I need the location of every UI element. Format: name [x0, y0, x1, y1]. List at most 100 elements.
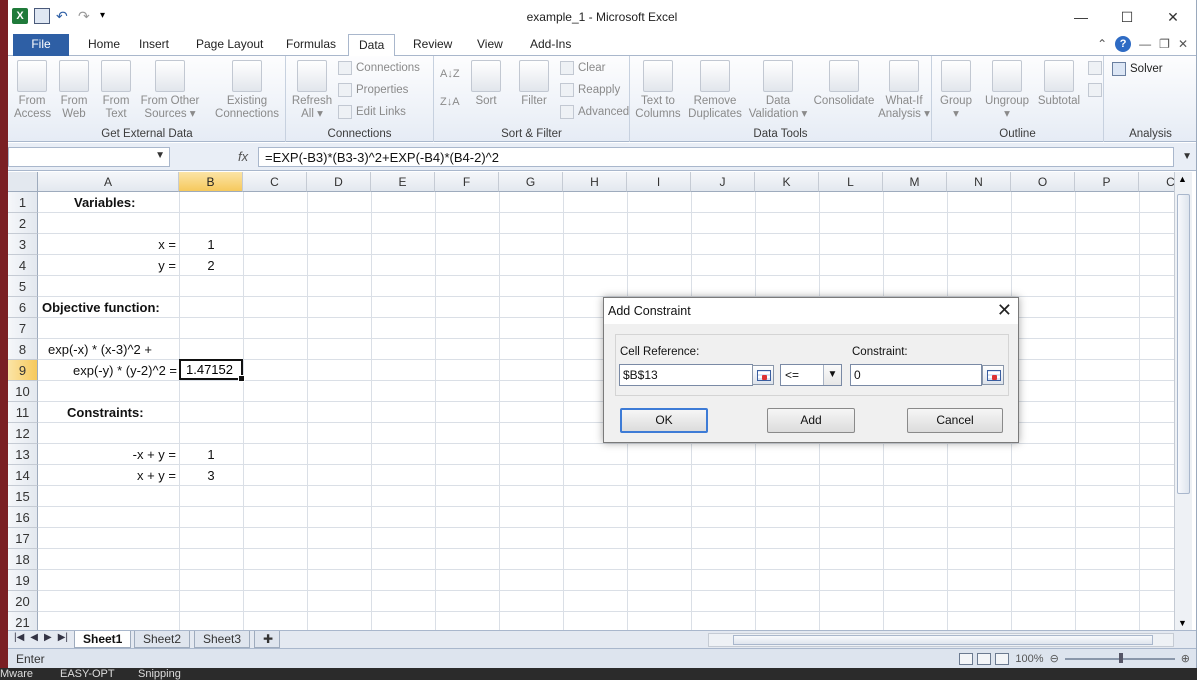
active-cell-b9[interactable]: 1.47152: [179, 359, 245, 382]
insert-sheet-icon[interactable]: ✚: [254, 631, 280, 648]
filter-button[interactable]: Filter: [516, 60, 552, 108]
row-header-2[interactable]: 2: [8, 213, 38, 234]
tab-data[interactable]: Data: [348, 34, 396, 57]
cell-b3[interactable]: 1: [179, 234, 243, 255]
horizontal-scrollbar[interactable]: [708, 633, 1174, 647]
row-header-5[interactable]: 5: [8, 276, 38, 297]
row-header-1[interactable]: 1: [8, 192, 38, 213]
column-header-p[interactable]: P: [1075, 172, 1139, 192]
consolidate-button[interactable]: Consolidate: [812, 60, 876, 108]
vertical-scrollbar[interactable]: ▲ ▼: [1174, 172, 1192, 630]
sheet-tab-sheet2[interactable]: Sheet2: [134, 631, 191, 648]
normal-view-icon[interactable]: [959, 652, 974, 665]
row-header-12[interactable]: 12: [8, 423, 38, 444]
cell-a3[interactable]: x =: [38, 234, 176, 255]
tab-page-layout[interactable]: Page Layout: [196, 37, 263, 51]
cancel-button[interactable]: Cancel: [907, 408, 1003, 433]
cell-reference-collapse-icon[interactable]: [752, 365, 774, 385]
row-header-10[interactable]: 10: [8, 381, 38, 402]
row-header-16[interactable]: 16: [8, 507, 38, 528]
column-header-l[interactable]: L: [819, 172, 883, 192]
row-header-18[interactable]: 18: [8, 549, 38, 570]
workbook-close-icon[interactable]: ✕: [1178, 37, 1188, 51]
zoom-level[interactable]: 100%: [1015, 653, 1043, 665]
taskbar-item-snipping[interactable]: Snipping: [138, 668, 181, 680]
first-sheet-icon[interactable]: |◀: [14, 632, 24, 643]
cell-b4[interactable]: 2: [179, 255, 243, 276]
row-header-19[interactable]: 19: [8, 570, 38, 591]
sheet-tab-sheet3[interactable]: Sheet3: [194, 631, 251, 648]
formula-input[interactable]: =EXP(-B3)*(B3-3)^2+EXP(-B4)*(B4-2)^2: [258, 147, 1174, 167]
column-header-a[interactable]: A: [38, 172, 179, 192]
row-header-9[interactable]: 9: [8, 360, 38, 381]
connections-button[interactable]: Connections: [338, 61, 420, 75]
column-header-o[interactable]: O: [1011, 172, 1075, 192]
constraint-input[interactable]: 0: [850, 364, 982, 386]
sort-ascending-button[interactable]: A↓Z: [440, 68, 460, 80]
cell-a6[interactable]: Objective function:: [42, 297, 160, 318]
show-detail-button[interactable]: [1088, 61, 1102, 75]
ungroup-button[interactable]: Ungroup ▾: [982, 60, 1032, 121]
sort-descending-button[interactable]: Z↓A: [440, 96, 460, 108]
insert-function-icon[interactable]: fx: [238, 149, 248, 164]
from-other-sources-button[interactable]: From Other Sources ▾: [138, 60, 202, 121]
dialog-close-icon[interactable]: ✕: [997, 300, 1012, 320]
workbook-minimize-icon[interactable]: —: [1139, 37, 1151, 51]
minimize-button[interactable]: —: [1058, 0, 1104, 34]
data-validation-button[interactable]: Data Validation ▾: [748, 60, 808, 121]
taskbar-item-mware[interactable]: Mware: [0, 668, 33, 680]
sort-button[interactable]: Sort: [468, 60, 504, 108]
edit-links-button[interactable]: Edit Links: [338, 105, 406, 119]
column-header-h[interactable]: H: [563, 172, 627, 192]
operator-dropdown-icon[interactable]: ▼: [823, 365, 841, 385]
column-header-g[interactable]: G: [499, 172, 563, 192]
last-sheet-icon[interactable]: ▶|: [58, 632, 68, 643]
column-header-j[interactable]: J: [691, 172, 755, 192]
maximize-button[interactable]: ☐: [1104, 0, 1150, 34]
column-header-d[interactable]: D: [307, 172, 371, 192]
cell-a14[interactable]: x + y =: [38, 465, 176, 486]
advanced-button[interactable]: Advanced: [560, 105, 629, 119]
column-header-e[interactable]: E: [371, 172, 435, 192]
hide-detail-button[interactable]: [1088, 83, 1102, 97]
horizontal-scroll-thumb[interactable]: [733, 635, 1153, 645]
existing-connections-button[interactable]: Existing Connections: [212, 60, 282, 121]
remove-duplicates-button[interactable]: Remove Duplicates: [686, 60, 744, 121]
cell-a8[interactable]: exp(-x) * (x-3)^2 +: [48, 339, 152, 360]
column-header-m[interactable]: M: [883, 172, 947, 192]
cell-a9[interactable]: exp(-y) * (y-2)^2 =: [38, 360, 177, 381]
expand-formula-bar-icon[interactable]: ▼: [1182, 151, 1192, 162]
cell-a13[interactable]: -x + y =: [38, 444, 176, 465]
workbook-restore-icon[interactable]: ❐: [1159, 37, 1170, 51]
row-header-15[interactable]: 15: [8, 486, 38, 507]
tab-view[interactable]: View: [477, 37, 503, 51]
cell-reference-input[interactable]: $B$13: [619, 364, 753, 386]
row-header-3[interactable]: 3: [8, 234, 38, 255]
select-all-corner[interactable]: [8, 172, 38, 192]
zoom-in-icon[interactable]: ⊕: [1181, 652, 1190, 665]
row-header-4[interactable]: 4: [8, 255, 38, 276]
tab-file[interactable]: File: [13, 34, 69, 56]
ok-button[interactable]: OK: [620, 408, 708, 433]
row-header-14[interactable]: 14: [8, 465, 38, 486]
row-header-8[interactable]: 8: [8, 339, 38, 360]
page-layout-view-icon[interactable]: [977, 652, 992, 665]
reapply-button[interactable]: Reapply: [560, 83, 620, 97]
tab-review[interactable]: Review: [413, 37, 452, 51]
name-box-dropdown-icon[interactable]: ▼: [155, 150, 165, 161]
zoom-out-icon[interactable]: ⊖: [1050, 652, 1059, 665]
column-header-b[interactable]: B: [179, 172, 243, 192]
scroll-down-icon[interactable]: ▼: [1178, 618, 1187, 628]
what-if-analysis-button[interactable]: What-If Analysis ▾: [878, 60, 930, 121]
cell-a1[interactable]: Variables:: [74, 192, 135, 213]
column-header-k[interactable]: K: [755, 172, 819, 192]
scroll-up-icon[interactable]: ▲: [1178, 174, 1187, 184]
row-header-17[interactable]: 17: [8, 528, 38, 549]
close-window-button[interactable]: ✕: [1150, 0, 1196, 34]
refresh-all-button[interactable]: Refresh All ▾: [290, 60, 334, 121]
page-break-view-icon[interactable]: [995, 652, 1010, 665]
taskbar-item-easy-opt[interactable]: EASY-OPT: [60, 668, 115, 680]
from-text-button[interactable]: From Text: [98, 60, 134, 121]
constraint-collapse-icon[interactable]: [982, 365, 1004, 385]
tab-formulas[interactable]: Formulas: [286, 37, 336, 51]
